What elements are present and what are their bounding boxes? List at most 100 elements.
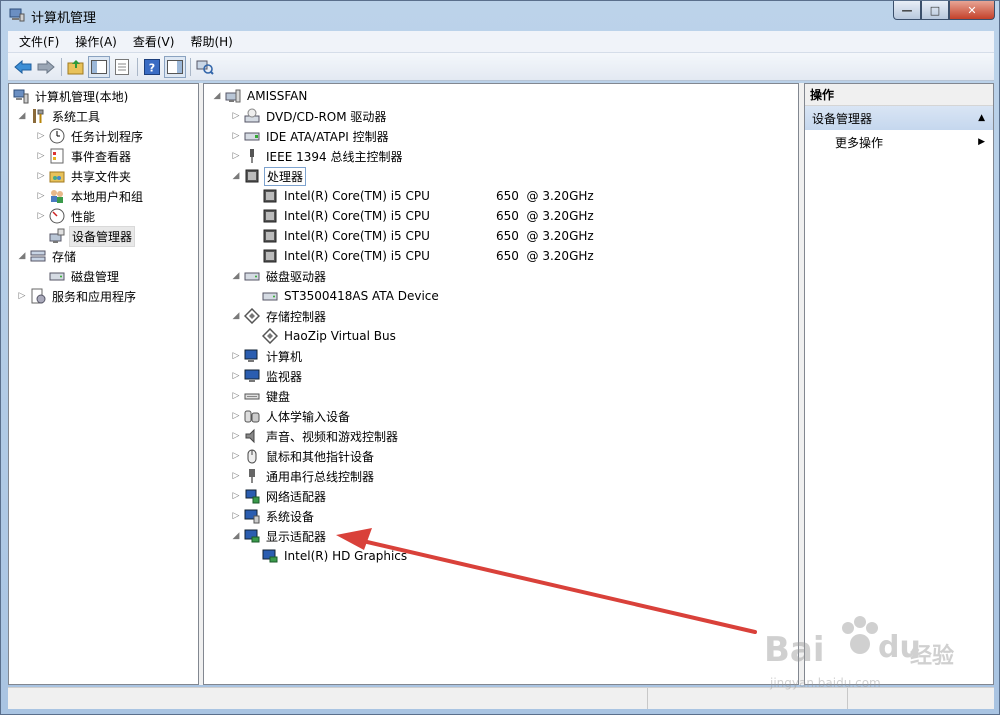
tree-item-root[interactable]: 计算机管理(本地)	[13, 86, 130, 106]
back-button[interactable]	[12, 56, 34, 78]
forward-button[interactable]	[35, 56, 57, 78]
collapse-icon[interactable]: ◢	[17, 251, 27, 261]
expand-icon[interactable]: ▷	[17, 291, 27, 301]
tree-label: 共享文件夹	[71, 169, 132, 184]
device-category-monitors[interactable]: ▷ 监视器	[231, 366, 304, 386]
speaker-icon	[244, 428, 260, 444]
collapse-icon[interactable]: ◢	[231, 531, 241, 541]
menu-action[interactable]: 操作(A)	[70, 33, 122, 50]
expand-icon[interactable]: ▷	[231, 371, 241, 381]
device-label: HaoZip Virtual Bus	[284, 329, 396, 343]
device-label: 系统设备	[266, 509, 315, 524]
actions-section-device-manager[interactable]: 设备管理器 ▲	[805, 106, 993, 130]
collapse-icon[interactable]: ◢	[212, 91, 222, 101]
tree-item-local-users[interactable]: ▷ 本地用户和组	[36, 186, 145, 206]
device-category-hid[interactable]: ▷ 人体学输入设备	[231, 406, 352, 426]
show-hide-action-pane-button[interactable]	[164, 55, 186, 78]
more-actions-item[interactable]: 更多操作 ▶	[805, 130, 993, 154]
show-hide-console-tree-button[interactable]	[88, 55, 110, 78]
device-category-computer[interactable]: ▷ 计算机	[231, 346, 304, 366]
maximize-button[interactable]: □	[921, 1, 949, 20]
expand-icon[interactable]: ▷	[231, 131, 241, 141]
expand-icon[interactable]: ▷	[231, 391, 241, 401]
close-button[interactable]: ✕	[949, 1, 995, 20]
device-root[interactable]: ◢ AMISSFAN	[212, 86, 309, 106]
device-cpu-4[interactable]: Intel(R) Core(TM) i5 CPU 650 @ 3.20GHz	[262, 246, 622, 266]
expand-icon[interactable]: ▷	[36, 131, 46, 141]
collapse-up-icon[interactable]: ▲	[978, 113, 985, 123]
tree-item-storage[interactable]: ◢ 存储	[17, 246, 78, 266]
expand-icon[interactable]: ▷	[231, 451, 241, 461]
title-bar[interactable]: 计算机管理 — □ ✕	[1, 1, 1000, 31]
device-category-keyboards[interactable]: ▷ 键盘	[231, 386, 292, 406]
menu-file[interactable]: 文件(F)	[14, 33, 64, 50]
expand-icon[interactable]: ▷	[36, 211, 46, 221]
more-actions-label: 更多操作	[835, 135, 884, 150]
device-cpu-2[interactable]: Intel(R) Core(TM) i5 CPU 650 @ 3.20GHz	[262, 206, 622, 226]
console-tree: 计算机管理(本地) ◢ 系统工具 ▷ 任务计划程序 ▷ 事件查看器 ▷ 共享文件…	[8, 83, 199, 685]
menu-view[interactable]: 查看(V)	[128, 33, 180, 50]
services-icon	[30, 288, 46, 304]
tree-item-task-scheduler[interactable]: ▷ 任务计划程序	[36, 126, 145, 146]
help-icon: ?	[144, 58, 160, 75]
tree-item-disk-management[interactable]: 磁盘管理	[49, 266, 121, 286]
device-haozip[interactable]: HaoZip Virtual Bus	[261, 326, 398, 346]
disk-icon	[49, 268, 65, 284]
tree-item-shared-folders[interactable]: ▷ 共享文件夹	[36, 166, 133, 186]
processor-icon	[262, 248, 278, 264]
device-category-usb[interactable]: ▷ 通用串行总线控制器	[231, 466, 376, 486]
device-category-network[interactable]: ▷ 网络适配器	[231, 486, 328, 506]
expand-icon[interactable]: ▷	[36, 151, 46, 161]
device-cpu-3[interactable]: Intel(R) Core(TM) i5 CPU 650 @ 3.20GHz	[262, 226, 622, 246]
device-category-processors[interactable]: ◢ 处理器	[231, 166, 307, 186]
keyboard-icon	[244, 388, 260, 404]
device-category-ide[interactable]: ▷ IDE ATA/ATAPI 控制器	[231, 126, 391, 146]
tree-label: 任务计划程序	[71, 129, 144, 144]
collapse-icon[interactable]: ◢	[231, 171, 241, 181]
collapse-icon[interactable]: ◢	[231, 311, 241, 321]
expand-icon[interactable]: ▷	[231, 491, 241, 501]
expand-icon[interactable]: ▷	[231, 471, 241, 481]
device-cpu-1[interactable]: Intel(R) Core(TM) i5 CPU 650 @ 3.20GHz	[262, 186, 622, 206]
expand-icon[interactable]: ▷	[231, 431, 241, 441]
properties-button[interactable]	[111, 56, 133, 78]
expand-icon[interactable]: ▷	[231, 151, 241, 161]
expand-icon[interactable]: ▷	[231, 111, 241, 121]
ide-controller-icon	[244, 128, 260, 144]
device-disk[interactable]: ST3500418AS ATA Device	[262, 286, 441, 306]
device-category-display[interactable]: ◢ 显示适配器	[231, 526, 328, 546]
help-button[interactable]: ?	[141, 56, 163, 78]
device-label: IDE ATA/ATAPI 控制器	[266, 129, 389, 144]
tree-label: 本地用户和组	[71, 189, 144, 204]
expand-icon[interactable]: ▷	[231, 411, 241, 421]
minimize-button[interactable]: —	[893, 1, 921, 20]
expand-icon[interactable]: ▷	[36, 171, 46, 181]
expand-icon[interactable]: ▷	[231, 511, 241, 521]
tree-item-services-apps[interactable]: ▷ 服务和应用程序	[17, 286, 138, 306]
scan-hardware-button[interactable]	[194, 56, 216, 78]
back-arrow-icon	[14, 59, 32, 74]
watermark-brand: Bai	[764, 630, 825, 670]
tree-item-event-viewer[interactable]: ▷ 事件查看器	[36, 146, 133, 166]
device-category-dvd[interactable]: ▷ DVD/CD-ROM 驱动器	[231, 106, 388, 126]
collapse-icon[interactable]: ◢	[231, 271, 241, 281]
ieee1394-icon	[244, 148, 260, 164]
device-label: 处理器	[264, 166, 307, 186]
device-category-ieee1394[interactable]: ▷ IEEE 1394 总线主控制器	[231, 146, 404, 166]
device-category-mice[interactable]: ▷ 鼠标和其他指针设备	[231, 446, 376, 466]
device-category-system[interactable]: ▷ 系统设备	[231, 506, 316, 526]
expand-icon[interactable]: ▷	[231, 351, 241, 361]
device-category-sound[interactable]: ▷ 声音、视频和游戏控制器	[231, 426, 400, 446]
tree-item-device-manager[interactable]: 设备管理器	[49, 225, 136, 247]
menu-help[interactable]: 帮助(H)	[185, 33, 237, 50]
device-label: 监视器	[266, 369, 303, 384]
tree-item-performance[interactable]: ▷ 性能	[36, 206, 97, 226]
expand-icon[interactable]: ▷	[36, 191, 46, 201]
device-category-disk-drives[interactable]: ◢ 磁盘驱动器	[231, 266, 328, 286]
tree-item-system-tools[interactable]: ◢ 系统工具	[17, 106, 102, 126]
up-folder-button[interactable]	[65, 56, 87, 78]
usb-icon	[244, 468, 260, 484]
device-intel-hd-graphics[interactable]: Intel(R) HD Graphics	[262, 546, 409, 566]
collapse-icon[interactable]: ◢	[17, 111, 27, 121]
device-category-storage-controllers[interactable]: ◢ 存储控制器	[231, 306, 328, 326]
